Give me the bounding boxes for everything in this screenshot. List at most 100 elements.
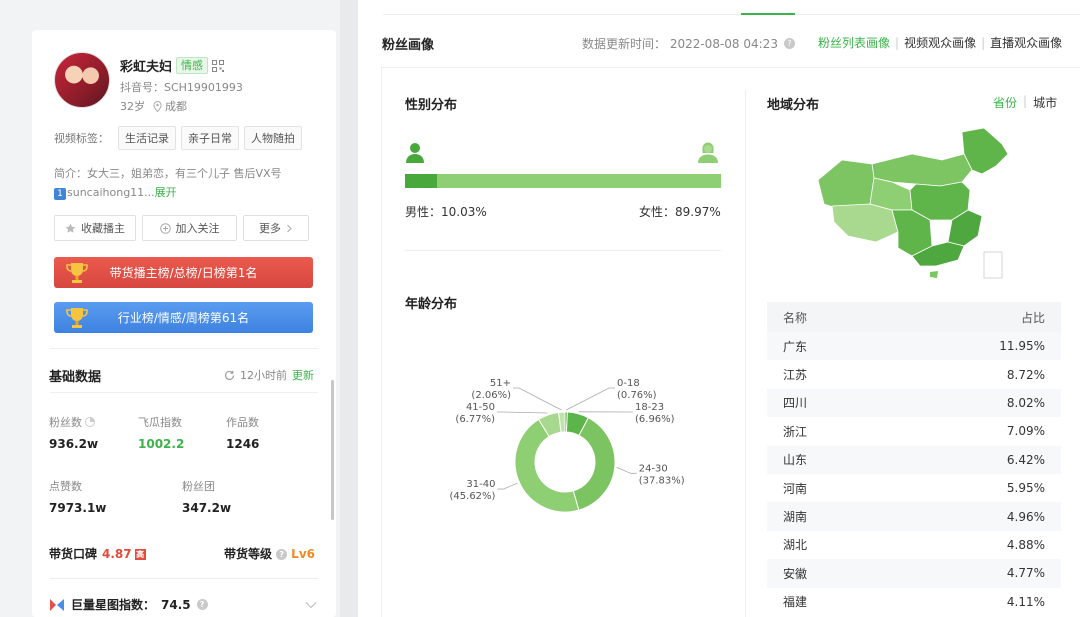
row-value: 6.42% xyxy=(1006,452,1045,467)
row-name: 安徽 xyxy=(783,566,808,581)
table-row: 广东 11.95% xyxy=(767,332,1061,361)
col-ratio: 占比 xyxy=(1020,310,1045,325)
divider xyxy=(50,392,318,393)
chevron-down-icon[interactable] xyxy=(305,601,317,609)
divider xyxy=(405,250,721,251)
avatar[interactable] xyxy=(54,52,110,108)
donut-value-label: (45.62%) xyxy=(450,491,496,502)
follow-label: 加入关注 xyxy=(175,222,220,235)
region-toggle: 省份 | 城市 xyxy=(993,94,1057,111)
toggle-city[interactable]: 城市 xyxy=(1033,94,1057,111)
donut-value-label: (6.77%) xyxy=(455,414,495,425)
trophy-icon xyxy=(66,263,88,283)
scrollbar-thumb[interactable] xyxy=(331,380,334,520)
kb-value: 4.87 xyxy=(102,547,132,561)
update-row: 12小时前 更新 xyxy=(224,367,314,383)
douyin-id: 抖音号：SCH19901993 xyxy=(120,81,243,94)
help-icon[interactable]: ? xyxy=(783,38,795,49)
donut-category-label: 0-18 xyxy=(617,378,640,389)
region-table: 名称 占比 广东 11.95% 江苏 8.72% 四川 8.02% 浙江 7.09% 山… xyxy=(767,302,1061,616)
juliang-logo-icon xyxy=(50,598,64,611)
stat-works: 作品数 1246 xyxy=(226,414,259,451)
donut-category-label: 31-40 xyxy=(466,479,495,490)
tab-fans-list[interactable]: 粉丝列表画像 xyxy=(818,34,890,51)
reputation-row: 带货口碑 4.87 高 带货等级 ? Lv6 xyxy=(49,545,315,562)
kb-badge: 高 xyxy=(134,549,146,560)
divider xyxy=(50,348,318,349)
city-text: 成都 xyxy=(165,100,187,113)
update-link[interactable]: 更新 xyxy=(292,367,314,383)
table-row: 四川 8.02% xyxy=(767,388,1061,418)
works-label: 作品数 xyxy=(226,416,259,429)
age-text: 32岁 xyxy=(120,100,145,113)
female-person-icon xyxy=(698,142,718,163)
fan-group-label: 粉丝团 xyxy=(182,480,215,493)
stat-fan-group: 粉丝团 347.2w xyxy=(182,478,231,515)
tab-separator: | xyxy=(981,35,986,50)
female-value: 89.97% xyxy=(675,205,721,219)
industry-rank-text: 行业榜/情感/周榜第61名 xyxy=(117,311,250,325)
video-tags-label: 视频标签： xyxy=(54,132,109,145)
col-name: 名称 xyxy=(783,310,808,325)
row-value: 4.11% xyxy=(1006,594,1045,609)
donut-category-label: 24-30 xyxy=(639,463,668,474)
category-tag: 情感 xyxy=(176,57,209,74)
industry-rank-banner[interactable]: 行业榜/情感/周榜第61名 xyxy=(54,302,313,333)
video-tag-chip[interactable]: 人物随拍 xyxy=(244,126,302,150)
gender-title: 性别分布 xyxy=(405,98,458,113)
trophy-icon xyxy=(66,308,88,328)
works-value: 1246 xyxy=(226,437,260,451)
table-row: 福建 4.11% xyxy=(767,588,1061,616)
stat-fans: 粉丝数 936.2w xyxy=(49,414,98,451)
row-value: 5.95% xyxy=(1006,481,1045,496)
update-time: 数据更新时间： 2022-08-08 04:23 ? xyxy=(582,35,795,52)
row-name: 四川 xyxy=(783,396,808,411)
table-row: 山东 6.42% xyxy=(767,445,1061,474)
table-row: 河南 5.95% xyxy=(767,474,1061,502)
help-icon[interactable]: ? xyxy=(196,599,208,610)
feigua-label: 飞瓜指数 xyxy=(138,416,182,429)
pie-small-icon xyxy=(85,417,95,427)
fans-value: 936.2w xyxy=(49,437,99,451)
row-value: 7.09% xyxy=(1006,424,1045,439)
table-row: 浙江 7.09% xyxy=(767,417,1061,445)
goods-rank-banner[interactable]: 带货播主榜/总榜/日榜第1名 xyxy=(54,257,313,288)
updated-ago: 12小时前 xyxy=(240,369,287,382)
intro-text: 简介：女大三，姐弟恋，有三个儿子 售后VX号 xyxy=(54,167,282,180)
follow-button[interactable]: 加入关注 xyxy=(142,215,237,241)
table-body: 广东 11.95% 江苏 8.72% 四川 8.02% 浙江 7.09% 山东 6.42%… xyxy=(767,332,1061,616)
row-value: 4.96% xyxy=(1006,509,1045,524)
goods-rank-text: 带货播主榜/总榜/日榜第1名 xyxy=(109,266,258,280)
likes-label: 点赞数 xyxy=(49,480,82,493)
chevron-right-icon xyxy=(287,224,292,232)
donut-value-label: (0.76%) xyxy=(617,390,657,401)
fans-portrait-title: 粉丝画像 xyxy=(382,38,435,53)
expand-link[interactable]: 展开 xyxy=(155,186,177,199)
collect-button[interactable]: 收藏播主 xyxy=(54,215,136,241)
table-row: 安徽 4.77% xyxy=(767,559,1061,588)
fans-label: 粉丝数 xyxy=(49,416,82,429)
portrait-tabs: 粉丝列表画像 | 视频观众画像 | 直播观众画像 xyxy=(818,34,1062,51)
juliang-label: 巨量星图指数： xyxy=(71,598,156,612)
video-tags: 视频标签： 生活记录 亲子日常 人物随拍 xyxy=(54,126,302,150)
female-stat: 女性：89.97% xyxy=(639,203,721,220)
video-tag-chip[interactable]: 生活记录 xyxy=(118,126,176,150)
top-divider xyxy=(383,14,1080,15)
male-person-icon xyxy=(406,143,424,163)
china-map[interactable] xyxy=(812,124,1017,284)
tab-live-audience[interactable]: 直播观众画像 xyxy=(990,34,1062,51)
donut-category-label: 51+ xyxy=(490,378,511,389)
qrcode-icon[interactable] xyxy=(212,59,225,72)
more-button[interactable]: 更多 xyxy=(243,215,309,241)
age-donut-chart: 0-18(0.76%)18-23(6.96%) 24-30(37.83%) 31-4… xyxy=(450,378,685,513)
video-tag-chip[interactable]: 亲子日常 xyxy=(181,126,239,150)
map-region-tibet xyxy=(831,203,899,243)
row-value: 11.95% xyxy=(999,339,1045,354)
tab-video-audience[interactable]: 视频观众画像 xyxy=(904,34,976,51)
juliang-row[interactable]: 巨量星图指数： 74.5 ? xyxy=(49,596,317,613)
level-value: Lv6 xyxy=(291,547,315,561)
toggle-province[interactable]: 省份 xyxy=(993,94,1017,111)
help-icon[interactable]: ? xyxy=(276,549,288,560)
vertical-divider xyxy=(745,90,746,617)
row-value: 4.88% xyxy=(1006,537,1045,552)
